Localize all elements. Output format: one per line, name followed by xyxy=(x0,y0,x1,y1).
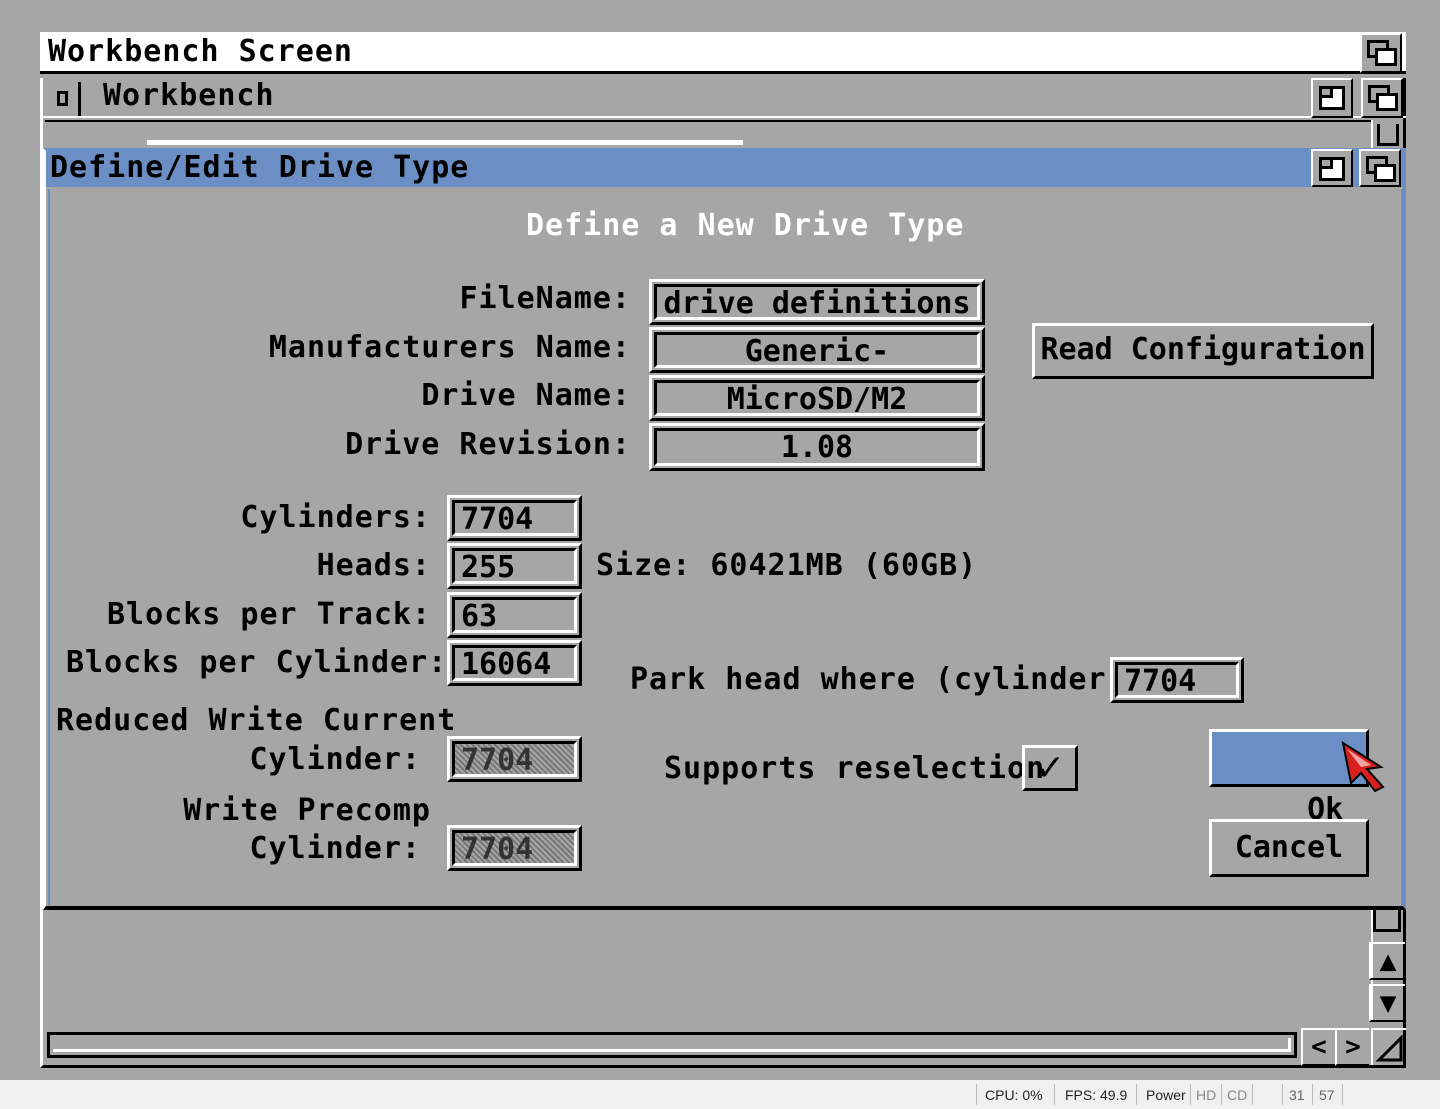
scroll-right-button[interactable]: > xyxy=(1335,1028,1369,1066)
define-drive-type-window: Define/Edit Drive Type Define a New Driv… xyxy=(43,148,1406,910)
cd-led: CD xyxy=(1227,1087,1248,1103)
workbench-zoom-gadget[interactable] xyxy=(1311,78,1353,118)
depth-front-icon xyxy=(1376,93,1398,111)
manufacturer-value: Generic- xyxy=(654,332,980,368)
status-divider xyxy=(1252,1084,1253,1105)
emulator-status-bar: CPU: 0% FPS: 49.9 Power HD CD 31 57 xyxy=(0,1080,1440,1109)
workbench-title: Workbench xyxy=(103,78,275,113)
vertical-scroll-knob-bottom[interactable] xyxy=(1373,908,1401,932)
write-precomp-value: 7704 xyxy=(452,830,577,866)
resize-icon xyxy=(1375,1034,1403,1062)
park-head-label: Park head where (cylinder): xyxy=(630,662,1145,697)
status-divider xyxy=(1342,1084,1343,1105)
status-divider xyxy=(976,1084,977,1105)
status-divider xyxy=(1054,1084,1055,1105)
up-arrow-icon: ▲ xyxy=(1379,944,1397,977)
blocks-per-track-label: Blocks per Track: xyxy=(106,597,431,632)
status-divider xyxy=(1190,1084,1191,1105)
scroll-up-button[interactable]: ▲ xyxy=(1369,942,1405,980)
cpu-status: CPU: 0% xyxy=(985,1087,1043,1103)
zoom-icon-inner xyxy=(1319,86,1333,98)
screen-title: Workbench Screen xyxy=(48,34,353,69)
drive-revision-field[interactable]: 1.08 xyxy=(649,423,985,471)
scroll-left-button[interactable]: < xyxy=(1301,1028,1335,1066)
resize-gadget[interactable] xyxy=(1371,1028,1406,1065)
write-precomp-label: Write Precomp xyxy=(183,793,431,828)
write-precomp-cylinder-label: Cylinder: xyxy=(249,831,421,866)
status-divider xyxy=(1312,1084,1313,1105)
screen-depth-gadget[interactable] xyxy=(1360,33,1402,73)
size-readout: Size: 60421MB (60GB) xyxy=(596,548,978,583)
manufacturer-field[interactable]: Generic- xyxy=(649,327,985,373)
reduced-write-cylinder-label: Cylinder: xyxy=(249,742,421,777)
scroll-down-button[interactable]: ▼ xyxy=(1369,984,1405,1022)
depth-front-icon xyxy=(1374,164,1396,182)
dialog-heading: Define a New Drive Type xyxy=(526,208,965,243)
dialog-zoom-gadget[interactable] xyxy=(1311,149,1353,187)
park-head-value: 7704 xyxy=(1115,662,1239,698)
reduced-write-field: 7704 xyxy=(447,736,582,782)
reduced-write-value: 7704 xyxy=(452,741,577,777)
status-divider xyxy=(1221,1084,1222,1105)
write-precomp-field: 7704 xyxy=(447,825,582,871)
workbench-lower-content xyxy=(45,908,1371,1028)
drive-revision-label: Drive Revision: xyxy=(345,427,631,462)
heads-label: Heads: xyxy=(316,548,431,583)
zoom-icon-inner xyxy=(1319,157,1333,169)
horizontal-scroll-knob[interactable] xyxy=(53,1038,1291,1052)
blocks-per-track-value: 63 xyxy=(452,597,577,633)
dialog-title-bar[interactable]: Define/Edit Drive Type xyxy=(46,149,1403,187)
drive-name-value: MicroSD/M2 xyxy=(654,380,980,416)
hd-led: HD xyxy=(1196,1087,1217,1103)
read-configuration-button[interactable]: Read Configuration xyxy=(1032,323,1374,379)
screen-title-bar: Workbench Screen xyxy=(40,32,1406,74)
cylinders-label: Cylinders: xyxy=(240,500,431,535)
drive-revision-value: 1.08 xyxy=(654,428,980,466)
workbench-title-bar[interactable]: Workbench xyxy=(43,78,1406,118)
blocks-per-cylinder-label: Blocks per Cylinder: xyxy=(66,645,448,680)
supports-reselection-checkbox[interactable]: ✓ xyxy=(1022,745,1078,791)
cylinders-value: 7704 xyxy=(452,500,577,536)
power-led: Power xyxy=(1146,1087,1186,1103)
vertical-scroll-knob-top[interactable] xyxy=(1377,124,1399,146)
filename-value: drive definitions xyxy=(654,284,980,320)
blocks-per-track-field[interactable]: 63 xyxy=(447,592,582,638)
close-icon xyxy=(57,91,68,106)
park-head-field[interactable]: 7704 xyxy=(1110,657,1244,703)
down-arrow-icon: ▼ xyxy=(1379,986,1397,1019)
heads-value: 255 xyxy=(452,548,577,584)
drive-name-field[interactable]: MicroSD/M2 xyxy=(649,375,985,421)
right-arrow-icon: > xyxy=(1345,1032,1361,1062)
workbench-icon-strip xyxy=(147,140,743,145)
left-arrow-icon: < xyxy=(1311,1032,1327,1062)
status-divider xyxy=(1136,1084,1137,1105)
dialog-title: Define/Edit Drive Type xyxy=(50,150,470,185)
drive-name-label: Drive Name: xyxy=(421,378,631,413)
reduced-write-label: Reduced Write Current xyxy=(56,703,457,738)
supports-reselection-label: Supports reselection xyxy=(664,751,1046,786)
cylinders-field[interactable]: 7704 xyxy=(447,495,582,541)
drive-track-1: 31 xyxy=(1289,1087,1305,1103)
fps-status: FPS: 49.9 xyxy=(1065,1087,1128,1103)
depth-front-icon xyxy=(1375,48,1397,66)
manufacturer-label: Manufacturers Name: xyxy=(268,330,631,365)
filename-label: FileName: xyxy=(459,281,631,316)
dialog-depth-gadget[interactable] xyxy=(1359,149,1401,187)
drive-track-2: 57 xyxy=(1319,1087,1335,1103)
cancel-button[interactable]: Cancel xyxy=(1209,819,1369,877)
workbench-close-gadget[interactable] xyxy=(45,82,81,116)
status-divider xyxy=(1282,1084,1283,1105)
workbench-horizontal-scroller[interactable] xyxy=(47,1032,1297,1058)
blocks-per-cylinder-field[interactable]: 16064 xyxy=(447,640,582,686)
filename-field[interactable]: drive definitions xyxy=(649,279,985,325)
checkmark-icon: ✓ xyxy=(1035,748,1066,789)
blocks-per-cylinder-value: 16064 xyxy=(452,645,577,681)
mouse-pointer-icon xyxy=(1341,741,1385,793)
workbench-depth-gadget[interactable] xyxy=(1361,78,1403,118)
heads-field[interactable]: 255 xyxy=(447,543,582,589)
